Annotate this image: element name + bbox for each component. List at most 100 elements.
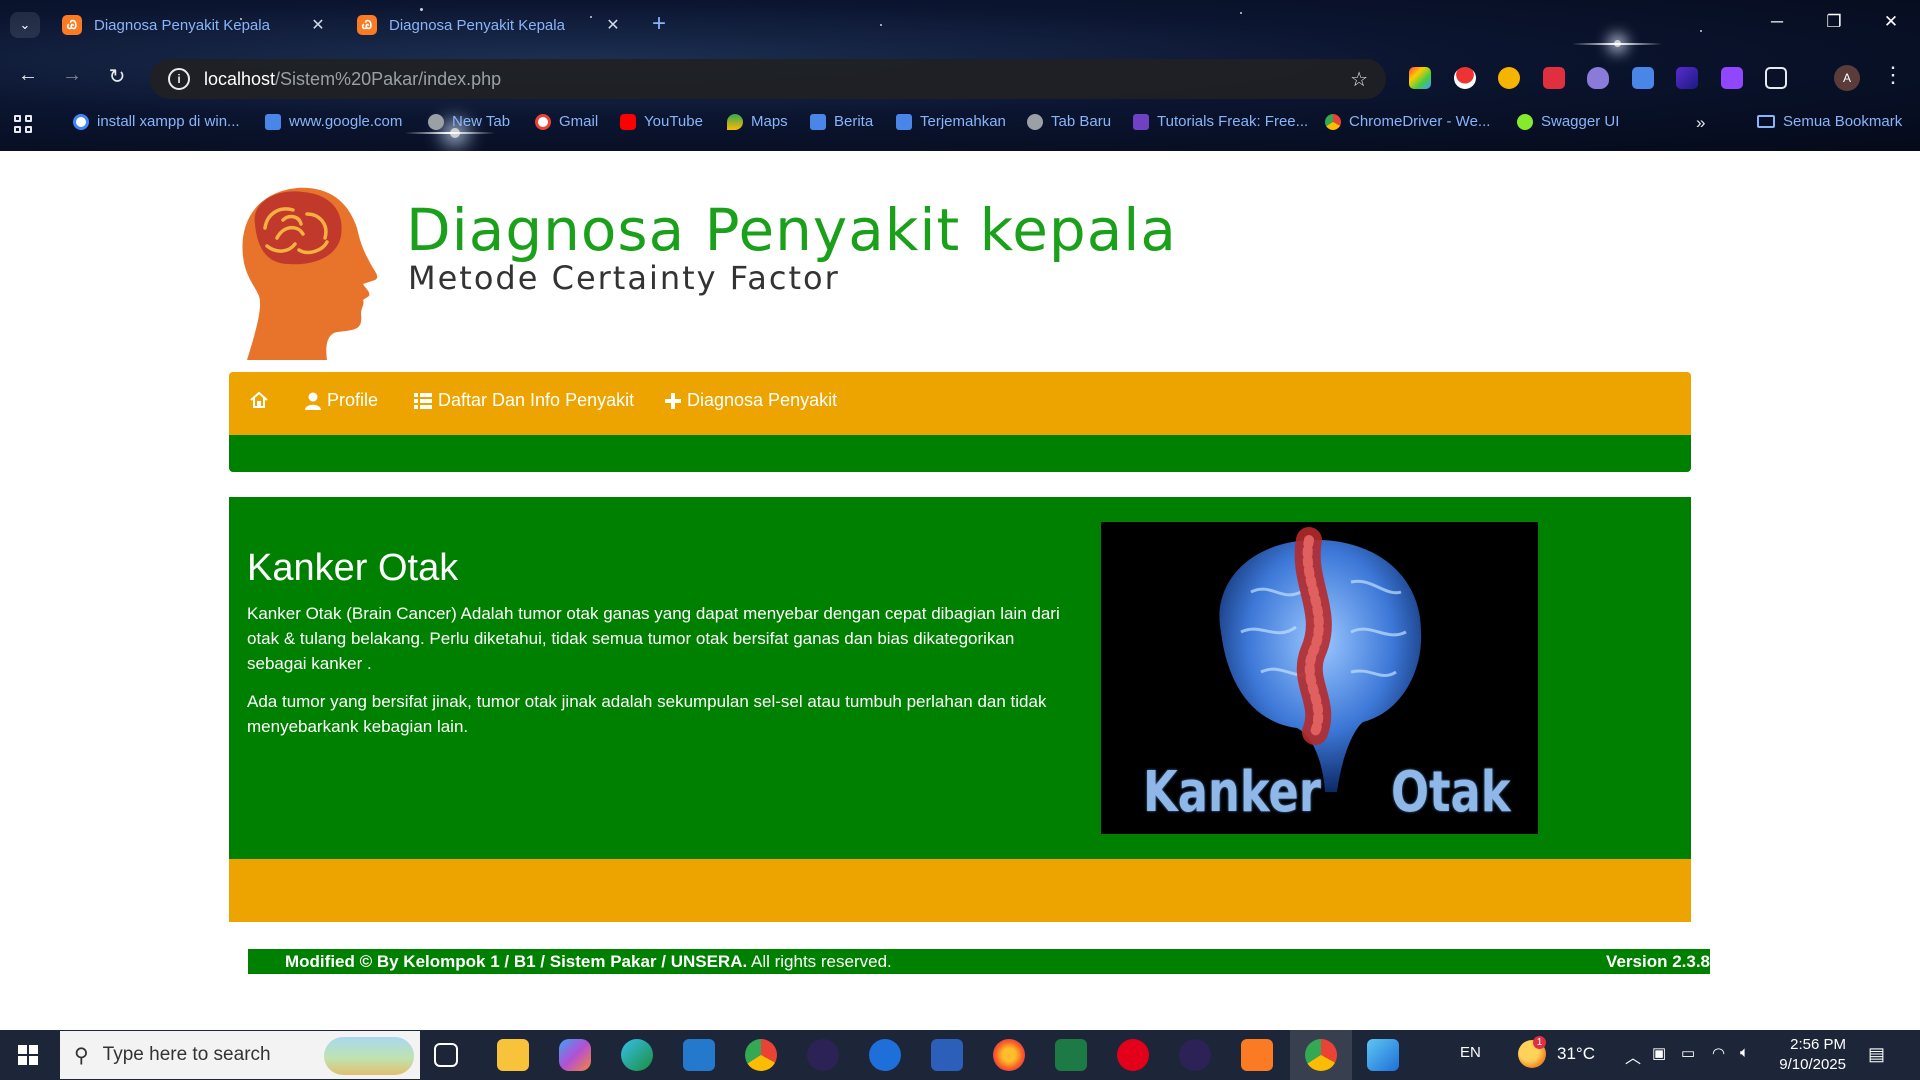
search-icon: ⚲ [74, 1044, 89, 1067]
vscode-icon[interactable] [683, 1039, 715, 1071]
bookmark-item[interactable]: Berita [810, 113, 873, 130]
restore-button[interactable]: ❐ [1822, 12, 1846, 32]
file-explorer-icon[interactable] [497, 1039, 529, 1071]
eclipse-icon[interactable] [807, 1039, 839, 1071]
nav-profile-label: Profile [327, 390, 379, 410]
record-extension-icon[interactable] [1543, 67, 1565, 89]
taskbar-search[interactable]: ⚲ Type here to search [60, 1031, 420, 1079]
twitch-extension-icon[interactable] [1721, 67, 1743, 89]
address-bar[interactable]: i localhost/Sistem%20Pakar/index.php ☆ [150, 59, 1386, 99]
forward-button[interactable]: → [58, 64, 86, 87]
bookmark-star-icon[interactable]: ☆ [1350, 67, 1368, 92]
bookmark-item[interactable]: www.google.com [265, 113, 402, 130]
chevron-up-icon[interactable]: ︿ [1625, 1044, 1641, 1068]
nav-diagnosa-label: Diagnosa Penyakit [687, 390, 838, 410]
close-icon[interactable]: ✕ [603, 15, 623, 35]
extensions-puzzle-icon[interactable] [1765, 67, 1787, 89]
nav-green-strip [229, 435, 1691, 472]
clock-date: 9/10/2025 [1779, 1056, 1846, 1073]
bookmark-item[interactable]: Maps [727, 113, 788, 130]
tab-title: Diagnosa Penyakit Kepala [389, 16, 565, 34]
site-subtitle: Metode Certainty Factor [408, 259, 840, 297]
xampp-icon[interactable] [1241, 1039, 1273, 1071]
opera-icon[interactable] [1117, 1039, 1149, 1071]
more-bookmarks-button[interactable]: » [1696, 113, 1705, 133]
disease-note: Ada tumor yang bersifat jinak, tumor ota… [247, 692, 1047, 736]
bookmark-item[interactable]: YouTube [620, 113, 703, 130]
word-icon[interactable] [931, 1039, 963, 1071]
web-page: Diagnosa Penyakit kepala Metode Certaint… [0, 151, 1920, 1030]
new-tab-button[interactable]: + [652, 10, 666, 38]
brain-cancer-image: Kanker Otak [1101, 522, 1538, 834]
bookmark-item[interactable]: Gmail [535, 113, 598, 130]
volume-icon[interactable]: 🔈︎ [1740, 1044, 1749, 1061]
bookmark-item[interactable]: install xampp di win... [73, 113, 240, 130]
task-view-icon[interactable] [434, 1043, 458, 1067]
notification-icon[interactable]: ▤ [1868, 1044, 1885, 1065]
chrome-icon[interactable] [745, 1039, 777, 1071]
news-icon [810, 113, 826, 130]
folder-icon [1757, 115, 1775, 128]
apps-grid-icon[interactable] [14, 115, 34, 135]
nav-daftar-penyakit[interactable]: Daftar Dan Info Penyakit [414, 390, 634, 411]
globe-icon [1027, 113, 1043, 130]
system-clock[interactable]: 2:56 PM 9/10/2025 [1768, 1035, 1846, 1075]
emoji-extension-icon[interactable] [1498, 67, 1520, 89]
list-icon [414, 392, 432, 409]
excel-icon[interactable] [1055, 1039, 1087, 1071]
nav-profile[interactable]: Profile [305, 390, 378, 411]
nav-home[interactable] [249, 390, 275, 410]
menu-kebab-icon[interactable]: ⋮ [1882, 62, 1904, 88]
app-store-icon[interactable] [869, 1039, 901, 1071]
toolbar: ← → ↻ i localhost/Sistem%20Pakar/index.p… [0, 56, 1920, 100]
google-icon [73, 113, 89, 130]
eclipse-icon[interactable] [1179, 1039, 1211, 1071]
language-indicator[interactable]: EN [1460, 1044, 1481, 1061]
firefox-icon[interactable] [993, 1039, 1025, 1071]
close-icon[interactable]: ✕ [308, 15, 328, 35]
copyright-bar: Modified © By Kelompok 1 / B1 / Sistem P… [248, 949, 1710, 974]
security-tray-icon[interactable]: ▣ [1652, 1044, 1666, 1062]
head-brain-logo [242, 187, 378, 360]
temperature[interactable]: 31°C [1557, 1044, 1595, 1064]
chrome-profile-icon[interactable] [1305, 1039, 1337, 1071]
translate-extension-icon[interactable] [1632, 67, 1654, 89]
bookmark-item[interactable]: Tutorials Freak: Free... [1133, 113, 1308, 130]
wifi-icon[interactable]: ◠ [1712, 1044, 1725, 1062]
copilot-icon[interactable] [559, 1039, 591, 1071]
search-highlight-image [324, 1037, 414, 1075]
minimize-button[interactable]: ─ [1765, 12, 1789, 32]
bookmark-item[interactable]: Tab Baru [1027, 113, 1111, 130]
close-window-button[interactable]: ✕ [1879, 12, 1903, 32]
bookmark-item[interactable]: ChromeDriver - We... [1325, 113, 1490, 130]
all-bookmarks-folder[interactable]: Semua Bookmark [1757, 113, 1902, 130]
tab-2[interactable]: Ꮚ Diagnosa Penyakit Kepala ✕ [345, 8, 635, 42]
version-label: Version 2.3.8 [1606, 952, 1710, 971]
battery-icon[interactable]: ▭ [1681, 1044, 1695, 1062]
back-button[interactable]: ← [14, 64, 42, 87]
disease-description: Kanker Otak (Brain Cancer) Adalah tumor … [247, 604, 1060, 673]
site-title: Diagnosa Penyakit kepala [406, 196, 1177, 264]
search-icon [265, 113, 281, 130]
windows-start-icon[interactable] [18, 1045, 39, 1066]
reload-button[interactable]: ↻ [103, 64, 131, 89]
photos-icon[interactable] [1367, 1039, 1399, 1071]
pokeball-extension-icon[interactable] [1454, 67, 1476, 89]
bookmark-item[interactable]: Swagger UI [1517, 113, 1619, 130]
clock-time: 2:56 PM [1790, 1036, 1846, 1053]
tab-title: Diagnosa Penyakit Kepala [94, 16, 270, 34]
tab-1[interactable]: Ꮚ Diagnosa Penyakit Kepala ✕ [50, 8, 340, 42]
nav-diagnosa[interactable]: Diagnosa Penyakit [665, 390, 837, 411]
globe-icon [428, 113, 444, 130]
wave-extension-icon[interactable] [1676, 67, 1698, 89]
bookmark-item[interactable]: Terjemahkan [896, 113, 1006, 130]
nav-daftar-penyakit-label: Daftar Dan Info Penyakit [438, 390, 635, 410]
copyright-credit: Modified © By Kelompok 1 / B1 / Sistem P… [285, 952, 748, 971]
color-picker-extension-icon[interactable] [1409, 67, 1431, 89]
bookmark-item[interactable]: New Tab [428, 113, 510, 130]
ghost-extension-icon[interactable] [1587, 67, 1609, 89]
tab-search-button[interactable]: ⌄ [10, 12, 40, 38]
profile-avatar[interactable]: A [1834, 65, 1860, 91]
edge-icon[interactable] [621, 1039, 653, 1071]
site-info-icon[interactable]: i [168, 68, 190, 90]
